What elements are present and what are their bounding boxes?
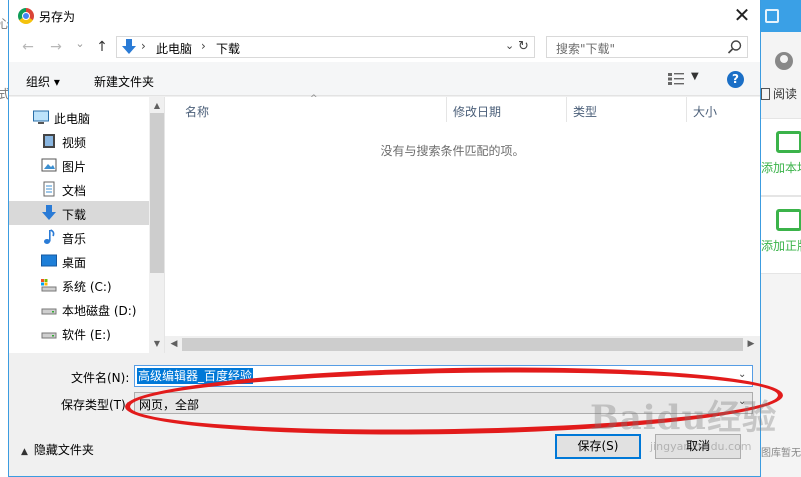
view-dropdown-icon[interactable]: ▼	[691, 71, 699, 82]
breadcrumb-separator: ›	[141, 39, 146, 53]
music-icon	[44, 229, 55, 244]
back-button[interactable]: ←	[19, 38, 37, 56]
scroll-right-arrow-icon[interactable]: ▶	[744, 338, 758, 351]
tree-item-videos[interactable]: 视频	[9, 129, 149, 153]
scroll-left-arrow-icon[interactable]: ◀	[167, 338, 181, 351]
download-icon	[42, 205, 56, 220]
up-button[interactable]: ↑	[93, 38, 111, 56]
column-header-size[interactable]: 大小	[687, 97, 760, 122]
desktop-icon	[41, 254, 57, 267]
command-bar: 组织 ▾ 新建文件夹 ▼ ?	[9, 62, 760, 96]
baidu-watermark-url: jingyan.baidu.com	[650, 440, 752, 453]
book-icon	[761, 88, 770, 100]
baidu-watermark: Baidu经验	[590, 398, 778, 438]
filename-label: 文件名(N):	[71, 371, 130, 385]
image-icon	[776, 209, 801, 231]
search-box[interactable]: 搜索"下载"	[546, 36, 748, 58]
tree-scrollbar[interactable]: ▲ ▼	[149, 97, 164, 353]
list-horizontal-scrollbar[interactable]: ◀ ▶	[165, 336, 760, 353]
tree-item-drive-e[interactable]: 软件 (E:)	[9, 321, 149, 345]
gallery-empty-text: 图库暂无	[761, 448, 801, 459]
chevron-up-icon: ▲	[21, 447, 28, 457]
tree-item-music[interactable]: 音乐	[9, 225, 149, 249]
hide-folders-toggle[interactable]: ▲ 隐藏文件夹	[21, 441, 94, 458]
breadcrumb-downloads[interactable]: 下载	[216, 40, 240, 57]
add-genuine-card[interactable]: 添加正版	[761, 196, 801, 274]
background-app-left-strip: 心 式	[0, 0, 10, 477]
drive-c-icon	[41, 279, 57, 292]
pictures-icon	[41, 158, 57, 172]
search-placeholder: 搜索"下载"	[556, 42, 616, 56]
tree-scroll-thumb[interactable]	[150, 113, 164, 273]
video-icon	[43, 134, 55, 148]
add-local-label: 添加本地	[761, 161, 801, 175]
help-button[interactable]: ?	[727, 71, 744, 88]
add-genuine-label: 添加正版	[761, 239, 801, 253]
recent-locations-button[interactable]: ⌄	[71, 35, 89, 53]
drive-d-icon	[41, 308, 57, 315]
column-header-modified[interactable]: 修改日期	[447, 97, 567, 122]
save-type-value: 网页，全部	[139, 398, 200, 412]
filename-input[interactable]: 高级编辑器_百度经验 ⌄	[134, 365, 753, 387]
file-list[interactable]: ^ 名称 修改日期 类型 大小 没有与搜索条件匹配的项。 ◀ ▶	[165, 94, 760, 353]
address-bar[interactable]: › 此电脑 › 下载 ⌄	[116, 36, 516, 58]
background-window-button[interactable]	[765, 9, 779, 23]
column-header-type[interactable]: 类型	[567, 97, 687, 122]
scroll-down-arrow-icon[interactable]: ▼	[149, 337, 164, 351]
organize-button[interactable]: 组织 ▾	[26, 73, 60, 90]
tree-item-pictures[interactable]: 图片	[9, 153, 149, 177]
read-button[interactable]: 阅读	[761, 85, 801, 102]
documents-icon	[43, 181, 55, 197]
list-scroll-thumb[interactable]	[182, 338, 743, 351]
forward-button[interactable]: →	[47, 38, 65, 56]
user-avatar-icon[interactable]	[775, 52, 793, 70]
tree-item-drive-d[interactable]: 本地磁盘 (D:)	[9, 297, 149, 321]
tree-item-desktop[interactable]: 桌面	[9, 249, 149, 273]
empty-list-message: 没有与搜索条件匹配的项。	[380, 144, 525, 158]
navigation-bar: ← → ⌄ ↑ › 此电脑 › 下载 ⌄ ↻ 搜索"下载"	[9, 32, 760, 62]
image-icon	[776, 131, 801, 153]
dialog-title: 另存为	[39, 10, 76, 24]
tree-item-drive-c[interactable]: 系统 (C:)	[9, 273, 149, 297]
breadcrumb-this-pc[interactable]: 此电脑	[156, 40, 192, 57]
new-folder-button[interactable]: 新建文件夹	[94, 73, 154, 90]
search-icon[interactable]	[727, 39, 743, 55]
tree-item-this-pc[interactable]: 此电脑	[9, 105, 149, 129]
view-options-icon[interactable]	[668, 73, 684, 85]
breadcrumb-separator: ›	[201, 39, 206, 53]
scroll-up-arrow-icon[interactable]: ▲	[149, 99, 164, 113]
background-app-titlebar	[761, 0, 801, 32]
save-type-label: 保存类型(T):	[61, 398, 130, 412]
drive-e-icon	[41, 332, 57, 339]
tree-item-documents[interactable]: 文档	[9, 177, 149, 201]
add-local-card[interactable]: 添加本地	[761, 118, 801, 196]
close-button[interactable]: ✕	[731, 5, 753, 27]
tree-item-downloads[interactable]: 下载	[9, 201, 149, 225]
refresh-button[interactable]: ↻	[513, 36, 535, 58]
filename-value: 高级编辑器_百度经验	[137, 368, 254, 384]
download-folder-icon	[122, 39, 136, 54]
column-header-name[interactable]: 名称	[165, 97, 447, 122]
filename-dropdown-icon[interactable]: ⌄	[738, 369, 746, 380]
dialog-titlebar: 另存为 ✕	[9, 0, 760, 32]
chrome-logo-icon	[18, 8, 34, 24]
pc-icon	[33, 110, 49, 124]
navigation-pane: 此电脑 视频 图片 文档 下载 音乐 桌面 系统 (C:) 本地磁盘 (D:) …	[9, 97, 165, 353]
